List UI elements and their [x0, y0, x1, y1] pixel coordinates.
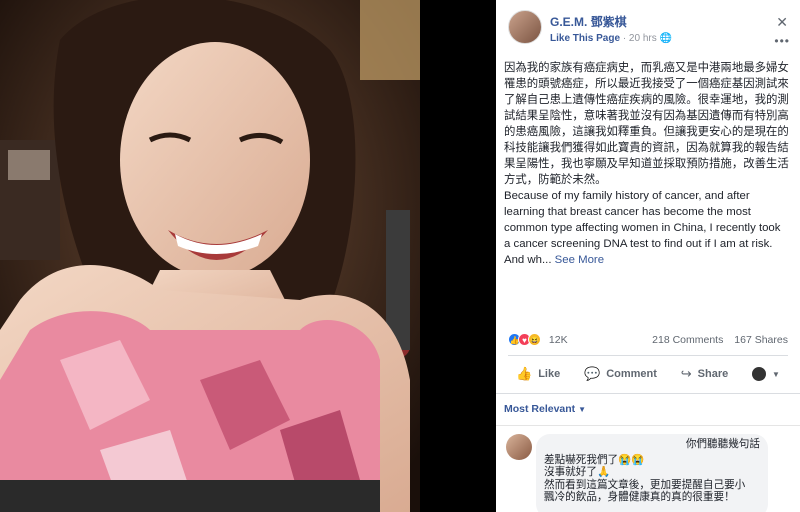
commenter-avatar[interactable]: [506, 434, 532, 460]
page-meta: Like This Page · 20 hrs 🌐: [550, 33, 672, 44]
post-english-body: Because of my family history of cancer, …: [504, 190, 781, 266]
post-text-english: Because of my family history of cancer, …: [504, 188, 789, 268]
comment-line: 然而看到這篇文章後，更加要提醒自己要小: [544, 478, 746, 491]
share-label: Share: [697, 368, 729, 380]
comment-sort-dropdown[interactable]: Most Relevant ▼: [504, 403, 586, 415]
post-header: G.E.M. 鄧紫棋 Like This Page · 20 hrs 🌐 ✕ •…: [496, 0, 800, 58]
comment-line: 飄冷的飲品，身體健康真的真的很重要！: [544, 491, 735, 503]
globe-icon: 🌐: [659, 33, 672, 44]
photo-image: [0, 0, 496, 512]
comments-count[interactable]: 218 Comments: [652, 334, 723, 346]
page-avatar[interactable]: [508, 10, 542, 44]
chevron-down-icon: ▼: [578, 405, 587, 414]
photo-viewer: G.E.M. 鄧紫棋 Like This Page · 20 hrs 🌐 ✕ •…: [0, 0, 800, 512]
thumbs-up-icon: 👍: [516, 366, 533, 381]
divider: [508, 355, 788, 356]
post-photo[interactable]: [0, 0, 496, 512]
share-icon: ↪: [680, 366, 692, 381]
comment-bubble: 你們聽聽幾句話 差點嚇死我們了😭😭 沒事就好了🙏 然而看到這篇文章後，更加要提醒…: [536, 434, 768, 512]
close-icon[interactable]: ✕: [776, 14, 788, 31]
comment-line: 你們聽聽幾句話: [685, 438, 760, 450]
share-button[interactable]: ↪ Share: [673, 366, 736, 382]
like-label: Like: [538, 368, 561, 380]
see-more-link[interactable]: See More: [555, 254, 604, 266]
post-as-selector[interactable]: ▼: [744, 367, 788, 381]
haha-reaction-icon[interactable]: 😆: [528, 333, 541, 346]
post-text: 因為我的家族有癌症病史，而乳癌又是中港兩地最多婦女罹患的頭號癌症，所以最近我接受…: [504, 60, 789, 268]
comment-label: Comment: [606, 368, 657, 380]
user-avatar-icon: [752, 367, 767, 381]
post-panel: G.E.M. 鄧紫棋 Like This Page · 20 hrs 🌐 ✕ •…: [496, 0, 800, 512]
like-button[interactable]: 👍 Like: [508, 366, 568, 382]
chevron-down-icon: ▼: [772, 369, 780, 379]
action-bar: 👍 Like 💬 Comment ↪ Share ▼: [508, 360, 788, 388]
sort-label: Most Relevant: [504, 403, 576, 415]
more-options-icon[interactable]: •••: [774, 34, 790, 48]
post-time[interactable]: 20 hrs: [629, 33, 657, 44]
engagement-counts: 218 Comments 167 Shares: [652, 334, 788, 346]
shares-count[interactable]: 167 Shares: [734, 334, 788, 346]
comment-icon: 💬: [584, 366, 601, 381]
post-text-chinese: 因為我的家族有癌症病史，而乳癌又是中港兩地最多婦女罹患的頭號癌症，所以最近我接受…: [504, 62, 789, 186]
reaction-count[interactable]: 12K: [549, 334, 568, 346]
page-name[interactable]: G.E.M. 鄧紫棋: [550, 13, 627, 30]
comment-button[interactable]: 💬 Comment: [576, 366, 665, 382]
divider: [496, 393, 800, 394]
comment-line: 沒事就好了🙏: [544, 466, 611, 478]
reactions-bar: 👍 ♥ 😆 12K 218 Comments 167 Shares: [508, 333, 788, 349]
like-page-link[interactable]: Like This Page: [550, 33, 620, 44]
comment-line: 差點嚇死我們了😭😭: [544, 453, 645, 466]
divider: [496, 425, 800, 426]
